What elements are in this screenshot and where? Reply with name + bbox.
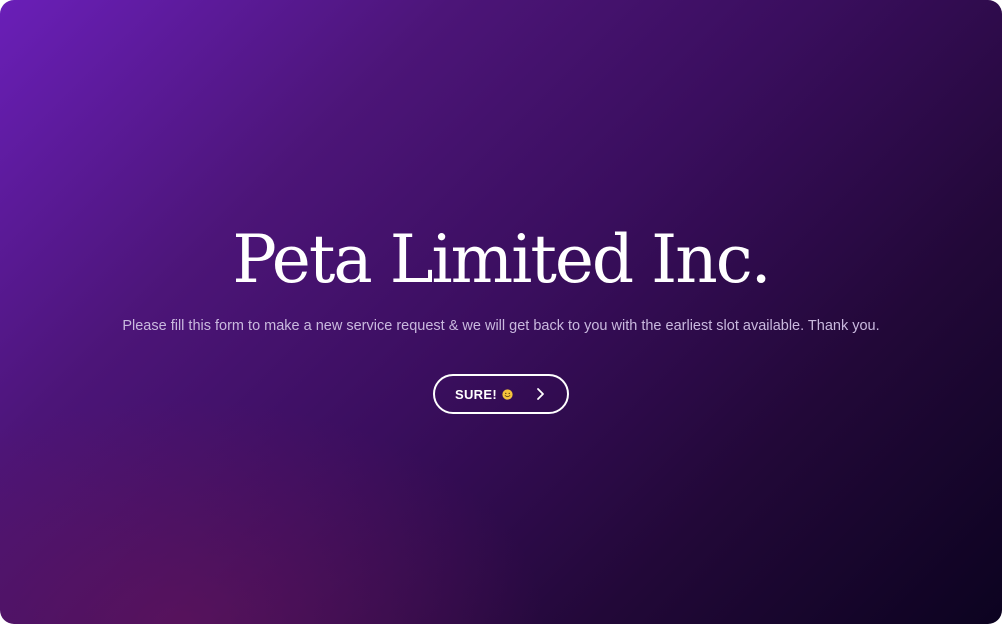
smiley-face-icon (502, 388, 513, 400)
start-button[interactable]: SURE! (433, 374, 569, 414)
welcome-screen: Peta Limited Inc. Please fill this form … (0, 0, 1002, 624)
page-title: Peta Limited Inc. (232, 221, 771, 298)
hero-section: Peta Limited Inc. Please fill this form … (0, 220, 1002, 414)
page-subtitle: Please fill this form to make a new serv… (122, 318, 880, 334)
chevron-right-icon (537, 388, 544, 400)
start-button-label: SURE! (455, 386, 497, 402)
start-button-content: SURE! (455, 387, 513, 402)
